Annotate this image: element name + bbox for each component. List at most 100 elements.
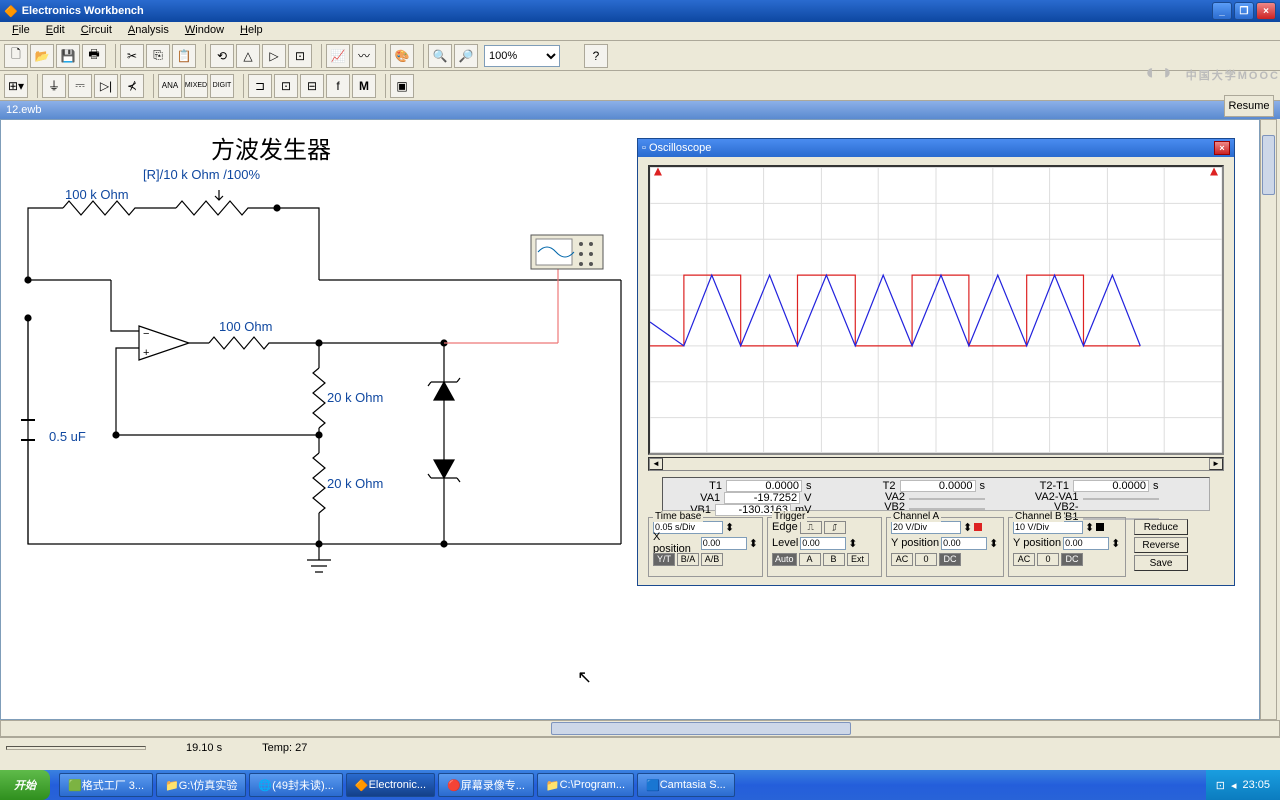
oscilloscope-window[interactable]: ▫ Oscilloscope ×: [637, 138, 1235, 586]
sources-icon[interactable]: ⏚: [42, 74, 66, 98]
close-button[interactable]: ×: [1256, 2, 1276, 20]
osc-readout: T10.0000s VA1-19.7252V VB1-130.3163mV T2…: [662, 477, 1210, 511]
save-button[interactable]: 💾: [56, 44, 80, 68]
taskbar-item-4[interactable]: 🔴 屏幕录像专...: [438, 773, 534, 797]
osc-channel-a-panel: Channel A ⬍ Y position⬍ AC 0 DC: [886, 517, 1004, 577]
oscilloscope-display[interactable]: [648, 165, 1224, 455]
doc-titlebar: 12.ewb: [0, 101, 1280, 119]
mixed-ics-icon[interactable]: MIXED: [184, 74, 208, 98]
controls-icon[interactable]: f: [326, 74, 350, 98]
resistor-icon[interactable]: ⎓: [68, 74, 92, 98]
osc-cha-scale[interactable]: [891, 521, 961, 534]
minimize-button[interactable]: _: [1212, 2, 1232, 20]
taskbar-item-1[interactable]: 📁 G:\仿真实验: [156, 773, 246, 797]
analog-ics-icon[interactable]: ANA: [158, 74, 182, 98]
osc-channel-b-panel: Channel B ⬍ Y position⬍ AC 0 DC: [1008, 517, 1126, 577]
oscilloscope-titlebar[interactable]: ▫ Oscilloscope ×: [638, 139, 1234, 157]
digital-icon[interactable]: ⊡: [274, 74, 298, 98]
osc-reverse-button[interactable]: Reverse: [1134, 537, 1188, 553]
horizontal-scrollbar[interactable]: [0, 720, 1280, 737]
logic-gates-icon[interactable]: ⊐: [248, 74, 272, 98]
vertical-scrollbar[interactable]: [1260, 119, 1277, 720]
mirror-v-button[interactable]: ▷: [262, 44, 286, 68]
osc-cha-ypos[interactable]: [941, 537, 987, 550]
circuit-canvas[interactable]: 方波发生器 [R]/10 k Ohm /100% 100 k Ohm 100 O…: [0, 119, 1260, 720]
osc-mode-ba[interactable]: B/A: [677, 553, 699, 566]
parts-bin-button[interactable]: ⊞▾: [4, 74, 28, 98]
taskbar-item-2[interactable]: 🌐 (49封未读)...: [249, 773, 342, 797]
digital-ics-icon[interactable]: DIGIT: [210, 74, 234, 98]
menu-edit[interactable]: Edit: [38, 22, 73, 40]
tray-clock: 23:05: [1242, 779, 1270, 791]
maximize-button[interactable]: ❐: [1234, 2, 1254, 20]
instruments-icon[interactable]: ▣: [390, 74, 414, 98]
mirror-h-button[interactable]: △: [236, 44, 260, 68]
zoom-select[interactable]: 100%: [484, 45, 560, 67]
open-button[interactable]: 📂: [30, 44, 54, 68]
oscilloscope-instrument-icon: [531, 235, 603, 269]
osc-chb-ypos[interactable]: [1063, 537, 1109, 550]
osc-chb-scale[interactable]: [1013, 521, 1083, 534]
app-title: Electronics Workbench: [22, 5, 144, 17]
tray-icon[interactable]: ⊡: [1216, 779, 1225, 792]
osc-trigger-panel: Trigger Edge⎍⎎ Level⬍ Auto A B Ext: [767, 517, 882, 577]
menu-file[interactable]: File: [4, 22, 38, 40]
taskbar-item-0[interactable]: 🟩 格式工厂 3...: [59, 773, 153, 797]
taskbar-item-6[interactable]: 🟦 Camtasia S...: [637, 773, 735, 797]
osc-trig-a[interactable]: A: [799, 553, 821, 566]
schematic-diagram: − +: [1, 120, 631, 590]
system-tray[interactable]: ⊡ ◂ 23:05: [1206, 770, 1280, 800]
osc-timebase-panel: Time base ⬍ X position⬍ Y/T B/A A/B: [648, 517, 763, 577]
component-props-button[interactable]: 🎨: [390, 44, 414, 68]
print-button[interactable]: 🖶: [82, 44, 106, 68]
osc-close-button[interactable]: ×: [1214, 141, 1230, 155]
cut-button[interactable]: ✂: [120, 44, 144, 68]
misc-icon[interactable]: M: [352, 74, 376, 98]
taskbar-item-3[interactable]: 🔶 Electronic...: [346, 773, 435, 797]
osc-xpos[interactable]: [701, 537, 747, 550]
diode-icon[interactable]: ▷|: [94, 74, 118, 98]
osc-chb-ac[interactable]: AC: [1013, 553, 1035, 566]
transistor-icon[interactable]: ⊀: [120, 74, 144, 98]
osc-edge-fall[interactable]: ⎎: [824, 521, 846, 534]
start-button[interactable]: 开始: [0, 770, 50, 800]
osc-h-scrollbar[interactable]: ◄ ►: [648, 457, 1224, 471]
osc-cha-dc[interactable]: DC: [939, 553, 961, 566]
menu-analysis[interactable]: Analysis: [120, 22, 177, 40]
taskbar: 开始 🟩 格式工厂 3... 📁 G:\仿真实验 🌐 (49封未读)... 🔶 …: [0, 770, 1280, 800]
osc-chb-zero[interactable]: 0: [1037, 553, 1059, 566]
osc-side-buttons: Reduce Reverse Save: [1130, 517, 1190, 577]
osc-reduce-button[interactable]: Reduce: [1134, 519, 1188, 535]
osc-trig-auto[interactable]: Auto: [772, 553, 797, 566]
tray-icon[interactable]: ◂: [1231, 779, 1237, 792]
osc-cha-ac[interactable]: AC: [891, 553, 913, 566]
menu-circuit[interactable]: Circuit: [73, 22, 120, 40]
osc-trig-level[interactable]: [800, 537, 846, 550]
zoom-out-button[interactable]: 🔍: [428, 44, 452, 68]
subcircuit-button[interactable]: ⊡: [288, 44, 312, 68]
menu-help[interactable]: Help: [232, 22, 271, 40]
osc-cha-zero[interactable]: 0: [915, 553, 937, 566]
paste-button[interactable]: 📋: [172, 44, 196, 68]
osc-trig-ext[interactable]: Ext: [847, 553, 869, 566]
graph-icon[interactable]: 📈: [326, 44, 350, 68]
toolbar-2: ⊞▾ ⏚ ⎓ ▷| ⊀ ANA MIXED DIGIT ⊐ ⊡ ⊟ f M ▣: [0, 71, 1280, 101]
taskbar-item-5[interactable]: 📁 C:\Program...: [537, 773, 634, 797]
help-button[interactable]: ?: [584, 44, 608, 68]
menu-window[interactable]: Window: [177, 22, 232, 40]
bode-icon[interactable]: 〰: [352, 44, 376, 68]
menubar: File Edit Circuit Analysis Window Help: [0, 22, 1280, 41]
new-button[interactable]: 🗋: [4, 44, 28, 68]
osc-mode-yt[interactable]: Y/T: [653, 553, 675, 566]
osc-mode-ab[interactable]: A/B: [701, 553, 723, 566]
osc-save-button[interactable]: Save: [1134, 555, 1188, 571]
osc-trig-b[interactable]: B: [823, 553, 845, 566]
zoom-in-button[interactable]: 🔎: [454, 44, 478, 68]
osc-edge-rise[interactable]: ⎍: [800, 521, 822, 534]
resume-button[interactable]: Resume: [1224, 95, 1274, 117]
svg-text:−: −: [143, 328, 149, 340]
copy-button[interactable]: ⎘: [146, 44, 170, 68]
osc-chb-dc[interactable]: DC: [1061, 553, 1083, 566]
rotate-button[interactable]: ⟲: [210, 44, 234, 68]
indicators-icon[interactable]: ⊟: [300, 74, 324, 98]
